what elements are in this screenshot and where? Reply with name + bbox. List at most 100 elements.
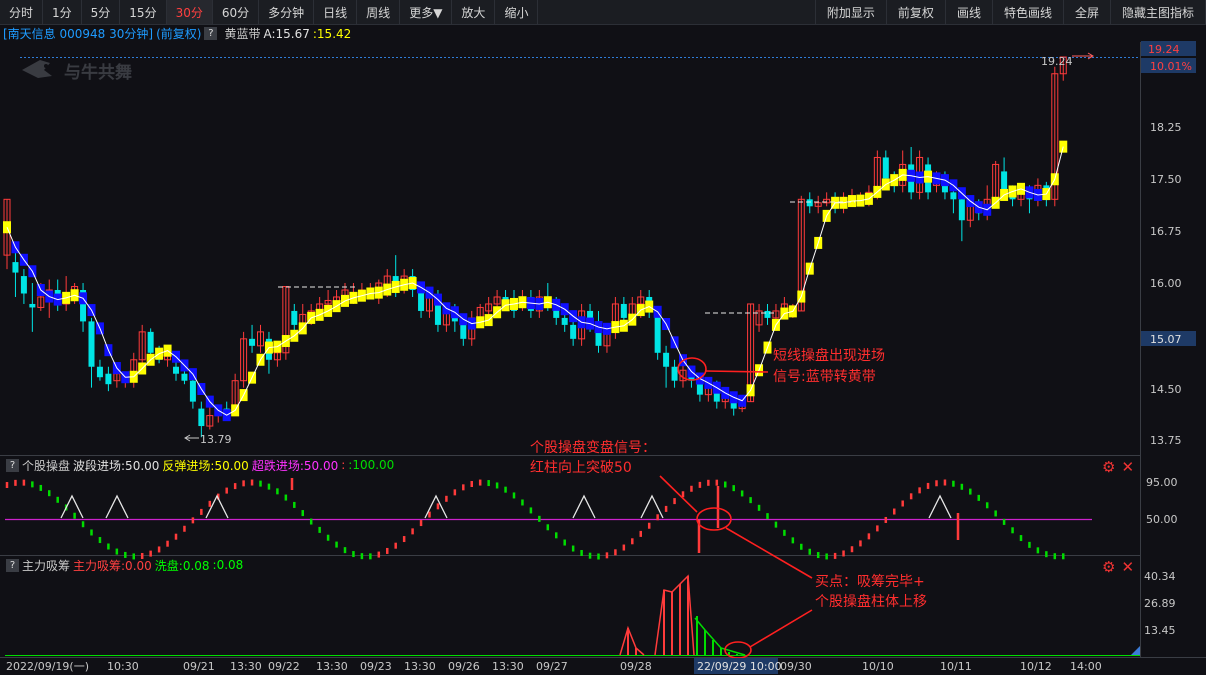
period-5min[interactable]: 5分 <box>82 0 121 24</box>
high-price-label: 19.24 <box>1041 55 1073 68</box>
band-block <box>95 322 104 335</box>
band-block <box>915 171 924 184</box>
candle-body <box>983 198 991 214</box>
period-week[interactable]: 周线 <box>357 0 401 24</box>
adjust-mode-button[interactable]: 前复权 <box>887 0 946 24</box>
band-block <box>315 308 324 321</box>
band-block <box>104 344 113 357</box>
panel1-settings-icon[interactable]: ⚙ <box>1102 458 1115 476</box>
band-block <box>197 382 206 395</box>
candle-body <box>418 290 425 311</box>
candle-body <box>409 276 416 291</box>
time-cursor-tag <box>694 658 778 674</box>
candle-body <box>764 310 771 318</box>
band-block <box>881 178 890 191</box>
band-block <box>645 300 654 313</box>
candle-body <box>950 192 957 200</box>
candle-body <box>518 296 526 305</box>
period-15min[interactable]: 15分 <box>120 0 167 24</box>
absorb-outline <box>619 625 645 656</box>
candle-body <box>20 276 27 294</box>
band-block <box>797 290 806 303</box>
panel1-sep: : <box>341 458 346 472</box>
period-1min[interactable]: 1分 <box>43 0 82 24</box>
candle-body <box>646 296 653 311</box>
candle-body <box>88 321 95 367</box>
band-block <box>146 353 155 366</box>
candle-body <box>130 359 138 382</box>
candle-body <box>426 296 433 312</box>
band-block <box>577 316 586 329</box>
candle-body <box>493 296 501 305</box>
band-block <box>45 290 54 303</box>
candle-body <box>873 156 881 193</box>
special-draw-button[interactable]: 特色画线 <box>993 0 1064 24</box>
time-axis: 2022/09/19(一) 10:30 09/21 13:30 09/22 13:30 09… <box>6 658 1102 674</box>
candle-body <box>468 317 476 340</box>
candle-body <box>349 292 357 298</box>
candle-body <box>1034 184 1042 200</box>
band-block <box>11 241 20 254</box>
time-tick: 14:00 <box>1070 660 1102 673</box>
time-tick: 10/10 <box>862 660 894 673</box>
indicator-help-button[interactable]: ? <box>204 27 218 40</box>
band-block <box>163 344 172 357</box>
hide-main-indicator-button[interactable]: 隐藏主图指标 <box>1111 0 1206 24</box>
panel2-settings-icon[interactable]: ⚙ <box>1102 558 1115 576</box>
candle-body <box>899 163 907 186</box>
band-block <box>991 196 1000 209</box>
band-block <box>264 341 273 354</box>
band-block <box>949 179 958 192</box>
candle-body <box>502 296 509 304</box>
more-periods-dropdown[interactable]: 更多▼ <box>400 0 453 24</box>
panel1-rebound: 反弹进场:50.00 <box>162 458 249 473</box>
candle-body <box>916 156 924 193</box>
candle-body <box>721 394 729 403</box>
annotation-stock-line2: 红柱向上突破50 <box>530 460 632 476</box>
draw-line-button[interactable]: 画线 <box>946 0 993 24</box>
period-30min[interactable]: 30分 <box>166 0 213 24</box>
fullscreen-button[interactable]: 全屏 <box>1064 0 1111 24</box>
candle-body <box>173 366 179 374</box>
band-block <box>467 317 476 330</box>
period-60min[interactable]: 60分 <box>213 0 260 24</box>
panel2-help-button[interactable]: ? <box>6 558 19 572</box>
extra-display-button[interactable]: 附加显示 <box>816 0 887 24</box>
candle-body <box>324 299 332 305</box>
panel2-close-icon[interactable]: ✕ <box>1121 558 1134 576</box>
band-block <box>864 192 873 205</box>
top-pct-tag: 10.01% <box>1150 60 1192 73</box>
band-block <box>721 386 730 399</box>
band-block <box>307 311 316 324</box>
period-multi-min[interactable]: 多分钟 <box>259 0 315 24</box>
time-tick: 13:30 <box>230 660 262 673</box>
panel1-close-icon[interactable]: ✕ <box>1121 458 1134 476</box>
candle-body <box>772 310 780 319</box>
band-block <box>1050 173 1059 186</box>
kline-chart: 与牛共舞 19.24 13.79 19.24 10.01% 18.25 17.5… <box>0 41 1206 674</box>
candle-body <box>392 276 399 291</box>
candle-body <box>848 195 856 200</box>
candle-body <box>755 310 763 326</box>
period-fenshi[interactable]: 分时 <box>0 0 44 24</box>
panel1-help-button[interactable]: ? <box>6 458 19 472</box>
zoom-out-button[interactable]: 缩小 <box>495 0 539 24</box>
band-centerline <box>6 146 1064 416</box>
indicator-a-value: A:15.67 <box>263 26 310 41</box>
band-block <box>374 286 383 299</box>
band-block <box>281 335 290 348</box>
panel1-tick: 95.00 <box>1146 476 1178 489</box>
period-day[interactable]: 日线 <box>314 0 358 24</box>
band-block <box>974 201 983 214</box>
band-block <box>425 286 434 299</box>
candle-body <box>966 205 974 221</box>
band-block <box>746 384 755 397</box>
zoom-in-button[interactable]: 放大 <box>452 0 496 24</box>
candle-body <box>865 191 873 200</box>
entry-triangle <box>424 494 448 519</box>
band-block <box>628 313 637 326</box>
candle-body <box>688 373 695 381</box>
absorb-bars <box>619 574 746 656</box>
band-block <box>391 280 400 293</box>
band-block <box>526 297 535 310</box>
